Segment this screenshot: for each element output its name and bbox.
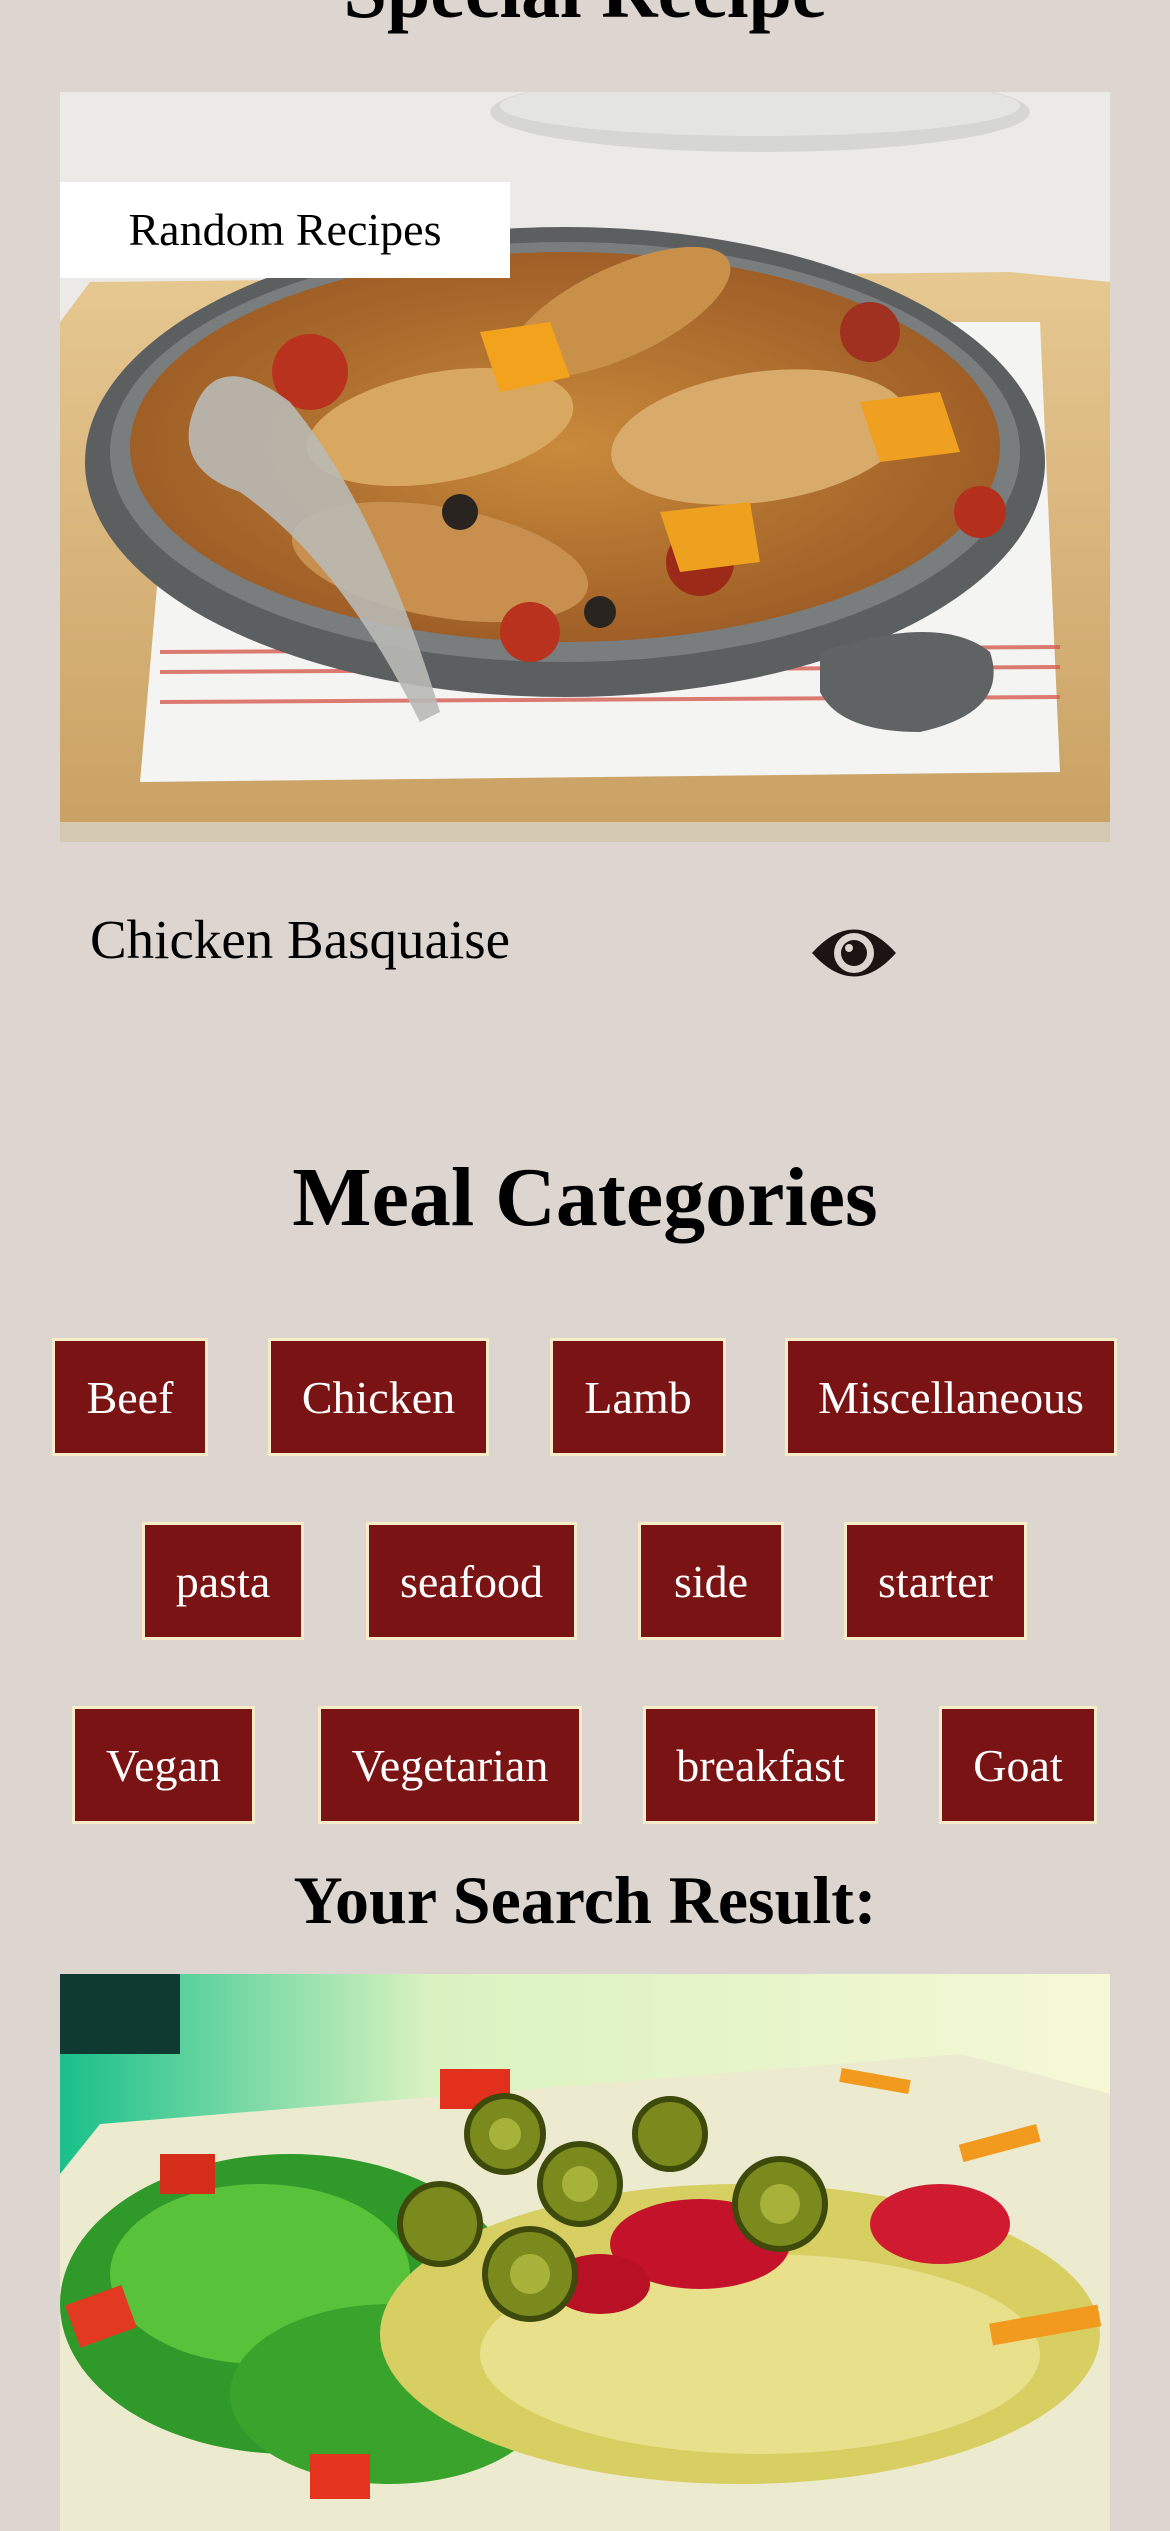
recipe-name[interactable]: Chicken Basquaise bbox=[90, 908, 510, 971]
random-recipe-image[interactable]: Random Recipes bbox=[60, 92, 1110, 842]
category-button-side[interactable]: side bbox=[638, 1522, 784, 1640]
search-result-heading: Your Search Result: bbox=[293, 1862, 877, 1938]
category-button-starter[interactable]: starter bbox=[844, 1522, 1027, 1640]
salad-dish-illustration bbox=[60, 1974, 1110, 2531]
category-button-pasta[interactable]: pasta bbox=[142, 1522, 304, 1640]
category-row: pasta seafood side starter bbox=[0, 1522, 1170, 1646]
category-button-beef[interactable]: Beef bbox=[52, 1338, 208, 1456]
page-title: Special Recipe bbox=[0, 0, 1170, 30]
category-button-breakfast[interactable]: breakfast bbox=[643, 1706, 878, 1824]
category-button-lamb[interactable]: Lamb bbox=[550, 1338, 726, 1456]
category-button-vegan[interactable]: Vegan bbox=[72, 1706, 255, 1824]
search-result-image[interactable] bbox=[60, 1974, 1110, 2531]
category-button-goat[interactable]: Goat bbox=[939, 1706, 1097, 1824]
category-row: Beef Chicken Lamb Miscellaneous bbox=[0, 1338, 1170, 1462]
eye-icon bbox=[812, 929, 896, 977]
category-button-miscellaneous[interactable]: Miscellaneous bbox=[785, 1338, 1117, 1456]
random-recipes-label: Random Recipes bbox=[60, 182, 510, 278]
view-recipe-button[interactable] bbox=[810, 918, 898, 988]
category-button-vegetarian[interactable]: Vegetarian bbox=[318, 1706, 582, 1824]
meal-categories-heading: Meal Categories bbox=[292, 1151, 878, 1244]
category-button-chicken[interactable]: Chicken bbox=[268, 1338, 489, 1456]
category-row: Vegan Vegetarian breakfast Goat bbox=[0, 1706, 1170, 1830]
category-button-seafood[interactable]: seafood bbox=[366, 1522, 577, 1640]
